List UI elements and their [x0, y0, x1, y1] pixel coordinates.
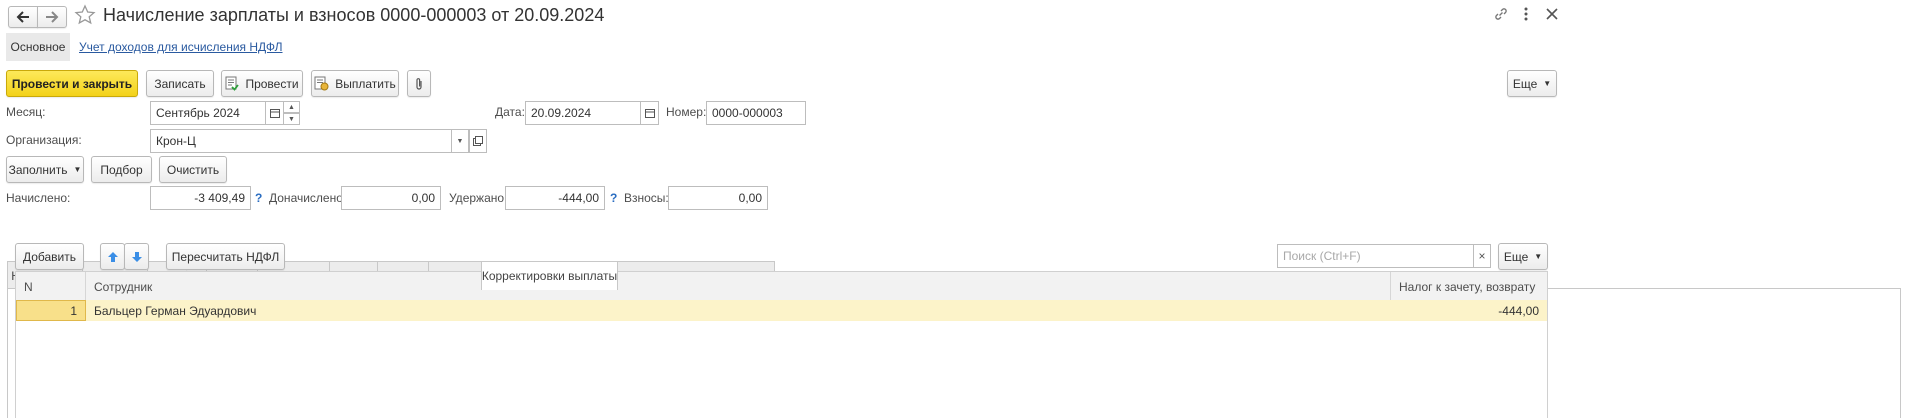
additional-label: Доначислено: — [269, 191, 347, 205]
add-label: Добавить — [22, 249, 77, 264]
attach-button[interactable] — [407, 70, 431, 97]
pay-button[interactable]: Выплатить — [311, 70, 399, 97]
back-button[interactable] — [8, 6, 38, 28]
more-vertical-icon[interactable] — [1520, 6, 1532, 25]
table-cell-employee[interactable]: Бальцер Герман Эдуардович — [86, 300, 1391, 321]
post-doc-icon — [225, 76, 240, 91]
additional-field: 0,00 — [341, 186, 441, 210]
table-more-label: Еще — [1503, 249, 1529, 264]
contributions-field: 0,00 — [668, 186, 768, 210]
arrow-right-icon — [46, 11, 59, 23]
arrow-up-icon — [107, 251, 118, 262]
section-main-label: Основное — [10, 40, 66, 54]
column-header-employee[interactable]: Сотрудник — [86, 272, 1391, 302]
fill-label: Заполнить — [8, 162, 68, 177]
clear-label: Очистить — [166, 162, 220, 177]
month-label: Месяц: — [6, 105, 46, 119]
paperclip-icon — [416, 77, 422, 90]
clear-button[interactable]: Очистить — [159, 156, 227, 183]
add-button[interactable]: Добавить — [15, 243, 84, 270]
more-label: Еще — [1512, 76, 1538, 91]
date-calendar-button[interactable] — [640, 101, 659, 125]
number-label: Номер: — [666, 105, 707, 119]
month-calendar-button[interactable] — [265, 101, 284, 125]
forward-button[interactable] — [37, 6, 67, 28]
move-down-button[interactable] — [124, 243, 149, 270]
accrued-field: -3 409,49 — [150, 186, 251, 210]
withheld-label: Удержано: — [449, 191, 508, 205]
post-label: Провести — [245, 76, 299, 91]
organization-open-button[interactable] — [469, 129, 487, 153]
link-icon[interactable] — [1493, 6, 1509, 25]
calendar-icon — [269, 109, 280, 118]
fill-button[interactable]: Заполнить ▼ — [6, 156, 84, 183]
section-link-ndfl[interactable]: Учет доходов для исчисления НДФЛ — [79, 40, 283, 54]
month-field[interactable]: Сентябрь 2024 — [150, 101, 266, 125]
arrow-down-icon — [131, 251, 142, 262]
table-cell-tax[interactable]: -444,00 — [1391, 300, 1547, 321]
open-window-icon — [473, 136, 483, 146]
more-button[interactable]: Еще ▼ — [1507, 70, 1557, 97]
select-button[interactable]: Подбор — [91, 156, 152, 183]
calendar-icon — [644, 109, 655, 118]
search-clear-button[interactable]: × — [1473, 244, 1491, 268]
column-header-n[interactable]: N — [16, 272, 86, 302]
dropdown-arrow-icon: ▼ — [1534, 252, 1543, 261]
select-label: Подбор — [100, 162, 143, 177]
arrow-left-icon — [16, 11, 29, 23]
withheld-field: -444,00 — [505, 186, 605, 210]
table-more-button[interactable]: Еще ▼ — [1498, 243, 1548, 270]
accrued-label: Начислено: — [6, 191, 71, 205]
month-down-button[interactable]: ▼ — [283, 113, 300, 125]
date-label: Дата: — [495, 105, 525, 119]
dropdown-arrow-icon: ▼ — [1543, 79, 1552, 88]
number-field[interactable]: 0000-000003 — [706, 101, 806, 125]
save-button[interactable]: Записать — [146, 70, 214, 97]
organization-field[interactable]: Крон-Ц — [150, 129, 452, 153]
window-title: Начисление зарплаты и взносов 0000-00000… — [103, 5, 605, 25]
table-cell-n[interactable]: 1 — [16, 300, 86, 321]
close-icon[interactable] — [1545, 7, 1559, 24]
recalc-ndfl-button[interactable]: Пересчитать НДФЛ — [166, 243, 285, 270]
contributions-label: Взносы: — [624, 191, 669, 205]
tab-payment-corrections[interactable]: Корректировки выплаты — [481, 261, 618, 290]
accrued-help-icon[interactable]: ? — [255, 191, 262, 205]
payment-icon — [314, 76, 329, 91]
withheld-help-icon[interactable]: ? — [610, 191, 617, 205]
save-label: Записать — [154, 76, 206, 91]
recalc-ndfl-label: Пересчитать НДФЛ — [171, 249, 280, 264]
organization-label: Организация: — [6, 133, 82, 147]
post-button[interactable]: Провести — [221, 70, 303, 97]
date-field[interactable]: 20.09.2024 — [525, 101, 641, 125]
column-header-tax[interactable]: Налог к зачету, возврату — [1391, 272, 1547, 302]
tab-label: Корректировки выплаты — [481, 269, 618, 283]
move-up-button[interactable] — [100, 243, 125, 270]
month-up-button[interactable]: ▲ — [283, 101, 300, 113]
favorite-star-icon[interactable] — [74, 4, 96, 29]
organization-dropdown-button[interactable]: ▼ — [451, 129, 469, 153]
pay-label: Выплатить — [335, 76, 396, 91]
post-and-close-button[interactable]: Провести и закрыть — [6, 70, 138, 97]
search-input[interactable]: Поиск (Ctrl+F) — [1277, 244, 1474, 268]
dropdown-arrow-icon: ▼ — [73, 165, 82, 174]
post-and-close-label: Провести и закрыть — [11, 76, 133, 91]
section-main[interactable]: Основное — [6, 33, 70, 61]
